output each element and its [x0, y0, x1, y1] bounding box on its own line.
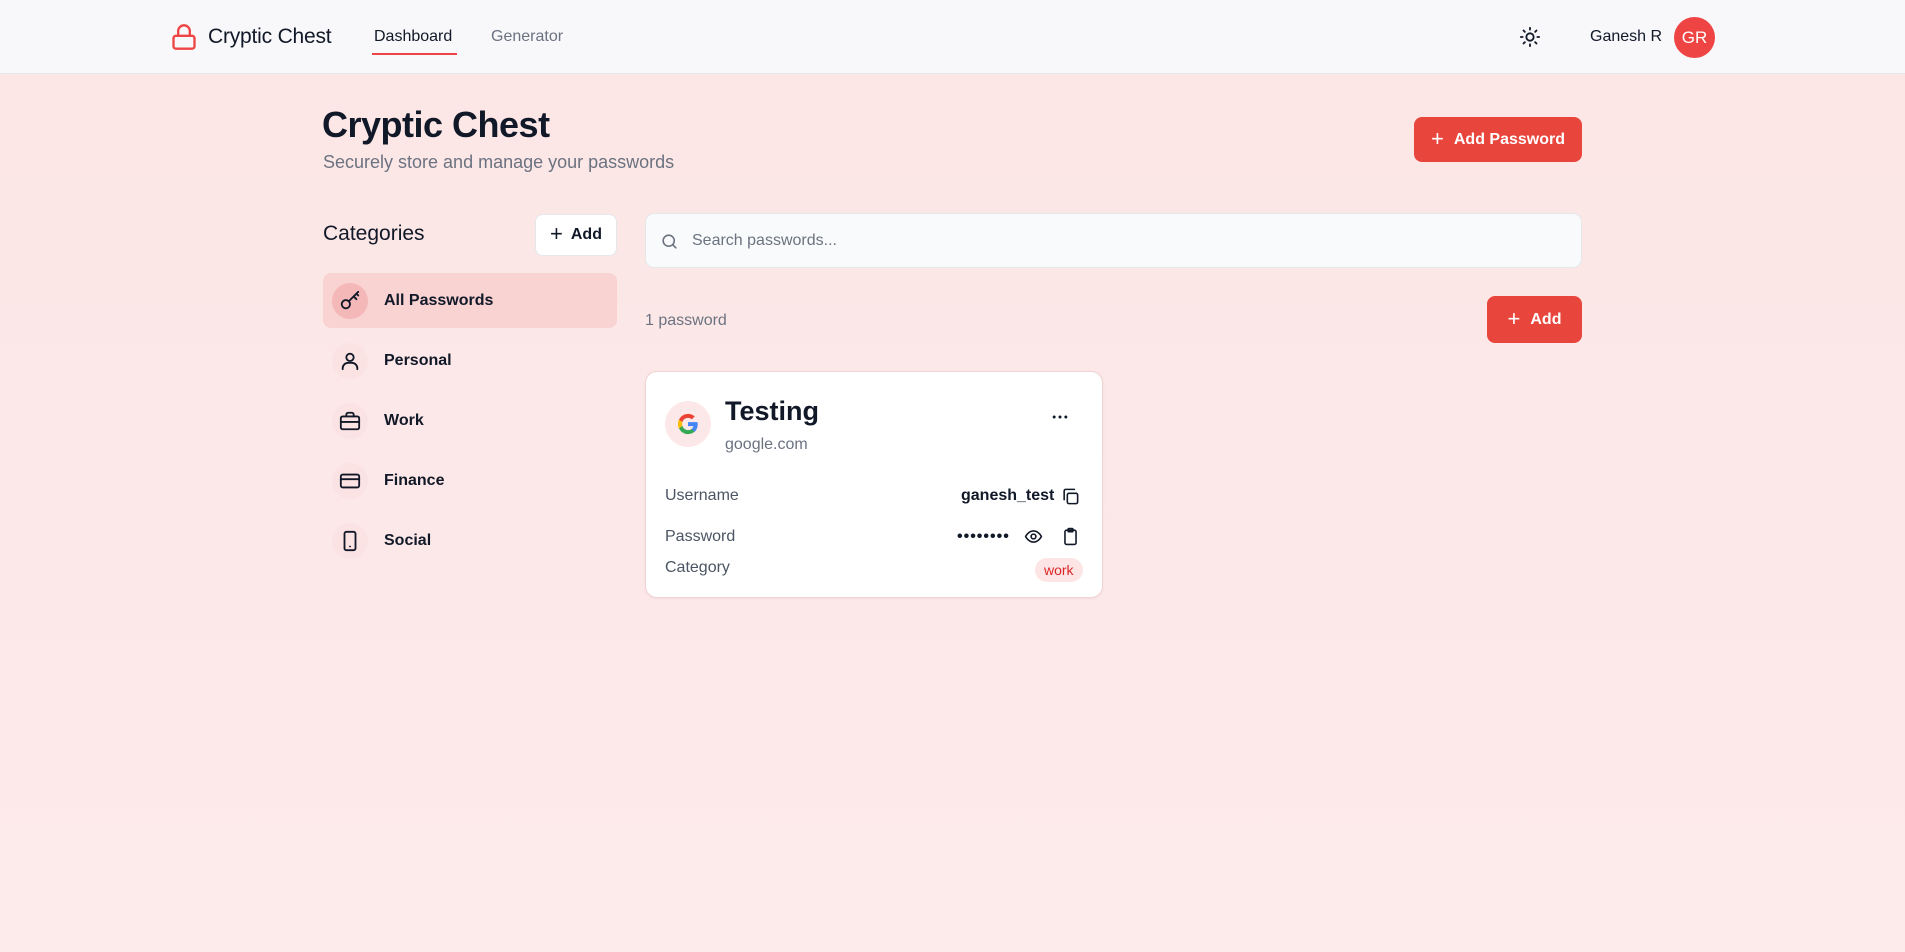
briefcase-icon [332, 402, 368, 439]
category-item-work[interactable]: Work [323, 393, 617, 448]
category-label: Social [384, 531, 432, 549]
plus-icon: + [550, 221, 563, 246]
category-item-social[interactable]: Social [323, 513, 617, 568]
add-password-label: Add Password [1453, 130, 1565, 148]
user-name: Ganesh R [1590, 28, 1663, 45]
plus-icon: + [1507, 305, 1521, 331]
category-item-finance[interactable]: Finance [323, 453, 617, 508]
search-box [645, 213, 1582, 268]
password-value: •••••••• [957, 528, 1010, 545]
more-options-button[interactable] [1046, 407, 1074, 427]
password-label: Password [665, 528, 736, 545]
category-label: Work [384, 411, 424, 429]
category-label: Personal [384, 351, 452, 369]
copy-username-button[interactable] [1059, 485, 1081, 507]
search-icon [662, 234, 677, 249]
plus-icon: + [1431, 125, 1444, 151]
category-item-personal[interactable]: Personal [323, 333, 617, 388]
google-logo-icon [665, 401, 711, 447]
sun-icon [1519, 26, 1541, 48]
lock-icon [172, 24, 196, 50]
add-label: Add [1530, 310, 1562, 328]
user-icon [332, 342, 368, 379]
eye-icon [1024, 529, 1042, 543]
theme-toggle-button[interactable] [1519, 26, 1541, 48]
show-password-button[interactable] [1022, 525, 1044, 547]
page-subtitle: Securely store and manage your passwords [323, 152, 675, 172]
search-input[interactable] [692, 214, 1572, 267]
password-title: Testing [725, 396, 819, 426]
nav-dashboard-link[interactable]: Dashboard [371, 28, 458, 55]
add-button[interactable]: + Add [1487, 296, 1582, 343]
password-domain: google.com [725, 436, 808, 453]
more-horizontal-icon [1052, 415, 1068, 419]
smartphone-icon [332, 522, 368, 559]
copy-icon [1062, 488, 1078, 504]
category-badge: work [1035, 558, 1083, 582]
brand-name: Cryptic Chest [208, 25, 332, 48]
add-category-button[interactable]: + Add [535, 214, 617, 256]
add-category-label: Add [570, 226, 602, 243]
password-count: 1 password [645, 312, 727, 329]
add-password-button[interactable]: + Add Password [1414, 117, 1582, 162]
category-item-all-passwords[interactable]: All Passwords [323, 273, 617, 328]
username-value: ganesh_test [961, 487, 1055, 504]
category-list: All Passwords Personal Work Finance Soci… [323, 273, 617, 573]
categories-heading: Categories [323, 222, 425, 245]
username-label: Username [665, 487, 739, 504]
category-label: Finance [384, 471, 445, 489]
copy-password-button[interactable] [1059, 525, 1081, 547]
brand-logo-link[interactable]: Cryptic Chest [170, 22, 332, 52]
category-row-label: Category [665, 559, 730, 576]
credit-card-icon [332, 462, 368, 499]
clipboard-icon [1063, 527, 1077, 545]
nav-generator-link[interactable]: Generator [491, 28, 563, 46]
user-avatar[interactable]: GR [1674, 17, 1715, 58]
password-card: Testing google.com Username ganesh_test … [645, 371, 1103, 598]
key-icon [332, 282, 368, 319]
category-label: All Passwords [384, 291, 494, 309]
top-navbar: Cryptic Chest Dashboard Generator Ganesh… [0, 0, 1905, 74]
page-title: Cryptic Chest [322, 104, 550, 145]
